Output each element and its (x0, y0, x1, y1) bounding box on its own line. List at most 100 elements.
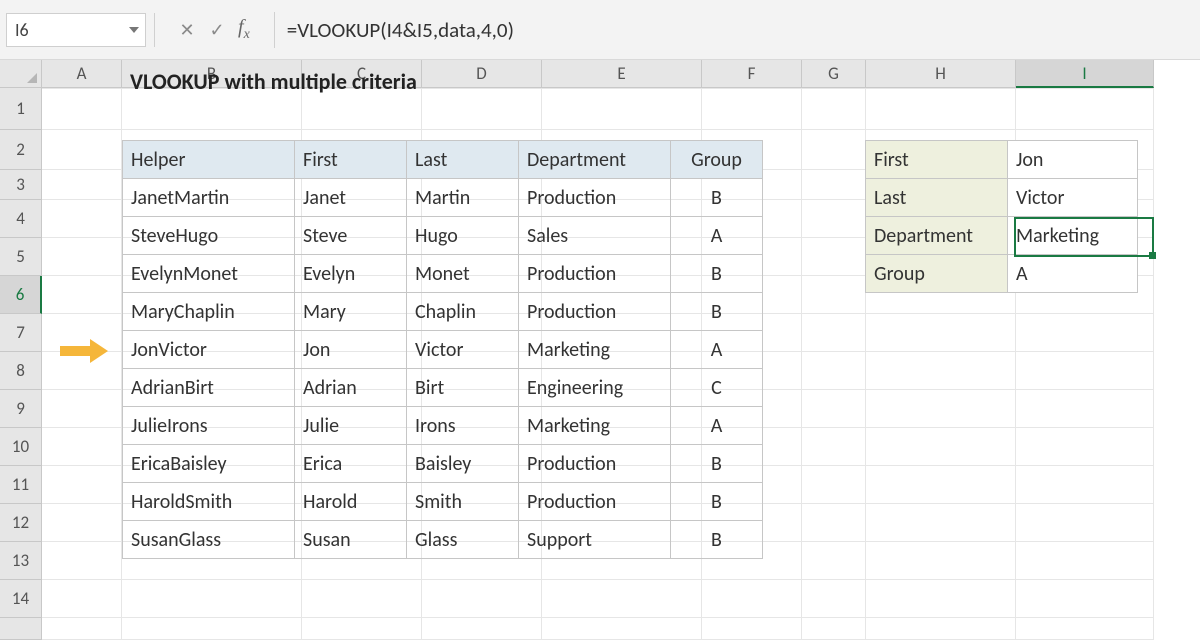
table-cell[interactable]: Victor (407, 331, 519, 369)
cell[interactable] (866, 618, 1016, 640)
table-cell[interactable]: Chaplin (407, 293, 519, 331)
table-row[interactable]: JanetMartinJanetMartinProductionB (123, 179, 763, 217)
cell[interactable] (42, 542, 122, 580)
table-cell[interactable]: Hugo (407, 217, 519, 255)
cell[interactable] (1016, 88, 1154, 130)
table-header[interactable]: First (295, 141, 407, 179)
table-cell[interactable]: B (671, 521, 763, 559)
cell[interactable] (1016, 314, 1154, 352)
table-cell[interactable]: C (671, 369, 763, 407)
table-header[interactable]: Last (407, 141, 519, 179)
lookup-label[interactable]: Department (866, 217, 1008, 255)
column-header[interactable]: E (542, 60, 702, 88)
fx-icon[interactable]: fx (238, 16, 250, 43)
cell[interactable] (542, 88, 702, 130)
table-row[interactable]: MaryChaplinMaryChaplinProductionB (123, 293, 763, 331)
table-row[interactable]: SusanGlassSusanGlassSupportB (123, 521, 763, 559)
cell[interactable] (422, 580, 542, 618)
table-cell[interactable]: Harold (295, 483, 407, 521)
row-header[interactable]: 4 (0, 200, 42, 238)
lookup-label[interactable]: Last (866, 179, 1008, 217)
table-cell[interactable]: Adrian (295, 369, 407, 407)
table-cell[interactable]: JonVictor (123, 331, 295, 369)
table-row[interactable]: JonVictorJonVictorMarketingA (123, 331, 763, 369)
row-header[interactable]: 8 (0, 352, 42, 390)
table-header[interactable]: Group (671, 141, 763, 179)
cell[interactable] (1016, 428, 1154, 466)
lookup-value[interactable]: Jon (1008, 141, 1138, 179)
row-header[interactable]: 12 (0, 504, 42, 542)
table-cell[interactable]: Janet (295, 179, 407, 217)
enter-icon[interactable]: ✓ (202, 15, 232, 45)
cell[interactable] (42, 504, 122, 542)
cell[interactable] (542, 580, 702, 618)
cell[interactable] (802, 428, 866, 466)
cell[interactable] (42, 88, 122, 130)
row-header[interactable]: 5 (0, 238, 42, 276)
cell[interactable] (42, 170, 122, 200)
cell[interactable] (542, 618, 702, 640)
table-cell[interactable]: AdrianBirt (123, 369, 295, 407)
table-cell[interactable]: Glass (407, 521, 519, 559)
cell[interactable] (42, 130, 122, 170)
select-all-corner[interactable] (0, 60, 42, 88)
table-cell[interactable]: EricaBaisley (123, 445, 295, 483)
table-cell[interactable]: Production (519, 179, 671, 217)
cell[interactable] (122, 618, 302, 640)
table-header[interactable]: Helper (123, 141, 295, 179)
name-box[interactable]: I6 (6, 13, 146, 47)
cell[interactable] (42, 390, 122, 428)
table-cell[interactable]: Sales (519, 217, 671, 255)
cell[interactable] (802, 390, 866, 428)
table-cell[interactable]: Engineering (519, 369, 671, 407)
cell[interactable] (702, 580, 802, 618)
table-cell[interactable]: Smith (407, 483, 519, 521)
table-cell[interactable]: HaroldSmith (123, 483, 295, 521)
cell[interactable] (866, 542, 1016, 580)
row-header[interactable] (0, 618, 42, 640)
row-header[interactable]: 7 (0, 314, 42, 352)
row-header[interactable]: 9 (0, 390, 42, 428)
table-cell[interactable]: Production (519, 445, 671, 483)
table-cell[interactable]: JulieIrons (123, 407, 295, 445)
cell[interactable] (42, 238, 122, 276)
lookup-value[interactable]: Marketing (1008, 217, 1138, 255)
cell[interactable] (866, 352, 1016, 390)
cell[interactable] (302, 618, 422, 640)
table-cell[interactable]: Erica (295, 445, 407, 483)
table-cell[interactable]: Marketing (519, 331, 671, 369)
column-header[interactable]: F (702, 60, 802, 88)
cell[interactable] (1016, 352, 1154, 390)
table-cell[interactable]: Martin (407, 179, 519, 217)
table-cell[interactable]: A (671, 331, 763, 369)
cell[interactable] (42, 618, 122, 640)
cell[interactable] (802, 276, 866, 314)
column-header[interactable]: D (422, 60, 542, 88)
row-header[interactable]: 10 (0, 428, 42, 466)
cell[interactable] (802, 542, 866, 580)
table-cell[interactable]: EvelynMonet (123, 255, 295, 293)
cell[interactable] (866, 466, 1016, 504)
cell[interactable] (802, 88, 866, 130)
table-row[interactable]: EricaBaisleyEricaBaisleyProductionB (123, 445, 763, 483)
table-cell[interactable]: Susan (295, 521, 407, 559)
row-header[interactable]: 3 (0, 170, 42, 200)
table-cell[interactable]: SteveHugo (123, 217, 295, 255)
table-cell[interactable]: Steve (295, 217, 407, 255)
row-header[interactable]: 13 (0, 542, 42, 580)
cell[interactable] (802, 466, 866, 504)
row-header[interactable]: 2 (0, 130, 42, 170)
formula-input[interactable]: =VLOOKUP(I4&I5,data,4,0) (287, 17, 514, 43)
table-cell[interactable]: Monet (407, 255, 519, 293)
cell[interactable] (422, 618, 542, 640)
table-row[interactable]: SteveHugoSteveHugoSalesA (123, 217, 763, 255)
cell[interactable] (802, 352, 866, 390)
column-header[interactable]: I (1016, 60, 1154, 88)
row-header[interactable]: 14 (0, 580, 42, 618)
table-cell[interactable]: Evelyn (295, 255, 407, 293)
row-header[interactable]: 6 (0, 276, 42, 314)
table-cell[interactable]: Production (519, 293, 671, 331)
row-header[interactable]: 1 (0, 88, 42, 130)
cell[interactable] (802, 618, 866, 640)
table-cell[interactable]: Julie (295, 407, 407, 445)
